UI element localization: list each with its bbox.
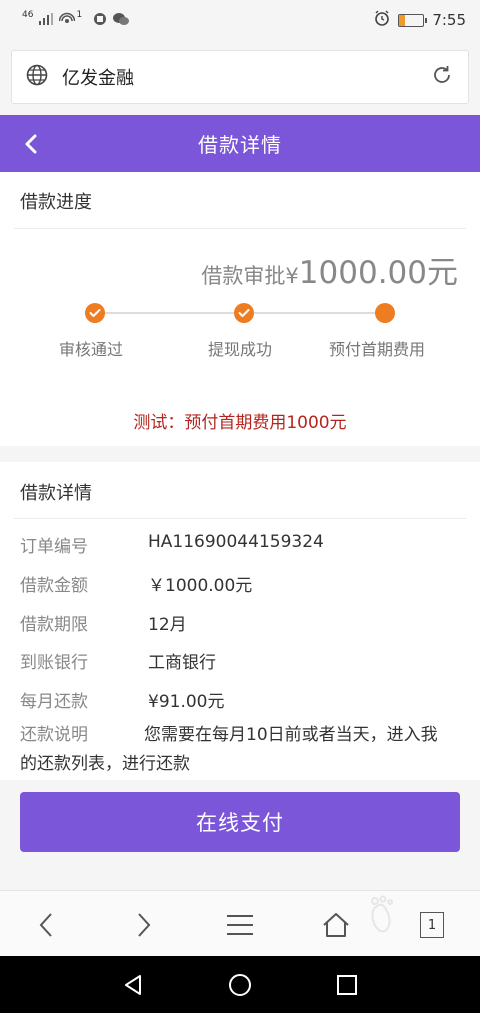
address-bar[interactable]: 亿发金融 — [11, 50, 469, 104]
network-type: 46 — [22, 10, 34, 20]
detail-section-title: 借款详情 — [20, 483, 92, 504]
step-connector — [104, 312, 234, 314]
detail-label: 每月还款 — [20, 692, 88, 712]
app-notification-icon — [93, 12, 107, 29]
step-3-dot-icon — [375, 303, 395, 323]
detail-label: 借款金额 — [20, 576, 88, 596]
watermark-footprint-icon — [360, 895, 400, 935]
payment-notice: 测试：预付首期费用1000元 — [133, 413, 347, 433]
square-recents-icon — [337, 975, 357, 995]
status-bar: 46 1 7:55 — [0, 0, 480, 40]
address-text: 亿发金融 — [62, 68, 134, 89]
page-title: 借款详情 — [198, 133, 282, 157]
menu-icon — [227, 915, 253, 935]
browser-back-button[interactable] — [26, 905, 66, 945]
step-3-label: 预付首期费用 — [329, 340, 426, 359]
home-icon — [323, 913, 349, 937]
android-back-button[interactable] — [118, 970, 148, 1000]
step-2-label: 提现成功 — [208, 340, 273, 359]
loan-detail-card: 借款详情 订单编号 HA11690044159324 借款金额 ￥1000.00… — [0, 462, 480, 780]
step-1-label: 审核通过 — [59, 340, 124, 359]
status-right: 7:55 — [374, 10, 466, 30]
approval-amount-value: 1000.00元 — [298, 255, 458, 291]
detail-label: 借款期限 — [20, 615, 88, 635]
loan-progress-card: 借款进度 借款审批¥ 1000.00元 审核通过 提现成功 预付首期费用 测试：… — [0, 172, 480, 446]
chevron-left-icon — [39, 913, 52, 937]
detail-value: HA11690044159324 — [148, 532, 324, 552]
divider — [14, 518, 466, 519]
battery-level — [399, 14, 406, 26]
reload-icon[interactable] — [430, 63, 454, 91]
alarm-icon — [374, 10, 390, 30]
step-2-check-icon — [234, 303, 254, 323]
detail-label: 订单编号 — [20, 537, 88, 557]
divider — [14, 228, 466, 229]
browser-forward-button[interactable] — [124, 905, 164, 945]
android-nav-bar — [0, 956, 480, 1013]
hotspot-count: 1 — [76, 10, 83, 20]
battery-icon — [398, 13, 428, 27]
page-header: 借款详情 — [0, 115, 480, 172]
detail-value: 工商银行 — [148, 653, 216, 673]
approval-amount-prefix: 借款审批¥ — [201, 264, 299, 288]
wechat-icon — [113, 12, 130, 29]
detail-label: 到账银行 — [20, 653, 88, 673]
pay-area: 在线支付 — [0, 780, 480, 890]
step-1-check-icon — [85, 303, 105, 323]
step-connector — [254, 312, 376, 314]
tab-count: 1 — [420, 912, 444, 938]
triangle-back-icon — [125, 975, 141, 995]
clock-time: 7:55 — [432, 11, 466, 29]
android-recents-button[interactable] — [332, 970, 362, 1000]
signal-icon — [39, 12, 54, 28]
globe-icon — [26, 64, 48, 90]
browser-menu-button[interactable] — [220, 905, 260, 945]
browser-address-area: 亿发金融 — [0, 40, 480, 115]
progress-section-title: 借款进度 — [20, 192, 92, 213]
detail-value: ¥91.00元 — [148, 692, 225, 712]
approval-amount: 借款审批¥ 1000.00元 — [201, 247, 458, 292]
android-home-button[interactable] — [225, 970, 255, 1000]
back-button[interactable] — [16, 129, 46, 159]
repayment-note-text: 您需要在每月10日前或者当天，进入我的还款列表，进行还款 — [20, 725, 438, 774]
circle-home-icon — [229, 974, 251, 996]
browser-home-button[interactable] — [316, 905, 356, 945]
detail-value: 12月 — [148, 615, 187, 635]
status-left: 46 1 — [22, 10, 130, 29]
browser-toolbar: 1 — [0, 890, 480, 956]
hotspot-icon — [59, 12, 76, 29]
detail-value: ￥1000.00元 — [148, 576, 253, 596]
browser-tabs-button[interactable]: 1 — [412, 905, 452, 945]
online-pay-button[interactable]: 在线支付 — [20, 792, 460, 852]
chevron-right-icon — [138, 913, 151, 937]
chevron-left-icon — [25, 134, 37, 154]
